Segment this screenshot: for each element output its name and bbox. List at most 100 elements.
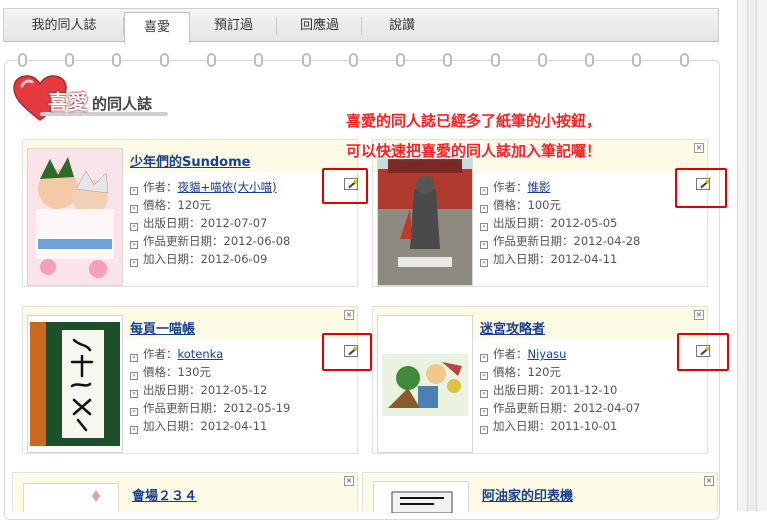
added-value: 2012-06-09 <box>200 252 268 266</box>
book-cover[interactable] <box>377 148 473 286</box>
author-link[interactable]: kotenka <box>178 347 224 361</box>
highlight-box <box>322 333 372 371</box>
book-title-link[interactable]: 每頁一喵帳 <box>130 318 195 337</box>
list-bullet-icon: » <box>480 426 488 434</box>
binder-ring <box>18 53 27 67</box>
updated-value: 2012-04-28 <box>573 234 641 248</box>
annotation-line-1: 喜愛的同人誌已經多了紙筆的小按鈕， <box>346 112 602 130</box>
list-bullet-icon: » <box>480 372 488 380</box>
binder-ring <box>302 53 311 67</box>
added-row: » 加入日期：2012-04-11 <box>480 250 640 268</box>
panel-title-sub: 的同人誌 <box>92 95 153 113</box>
updated-label: 作品更新日期： <box>493 401 574 415</box>
tab-preordered[interactable]: 預訂過 <box>190 9 277 42</box>
added-value: 2012-04-11 <box>200 419 268 433</box>
cover-illustration <box>378 316 472 452</box>
author-link[interactable]: Niyasu <box>528 347 567 361</box>
added-label: 加入日期： <box>493 419 551 433</box>
binder-ring <box>65 53 74 67</box>
tab-liked[interactable]: 說讚 <box>362 9 442 42</box>
book-cover[interactable] <box>373 481 469 514</box>
binder-ring <box>207 53 216 67</box>
book-card: × » 作者：惟影 » 價格：100元 » 出版日期：2012-05-05 » 作品更新… <box>372 139 710 287</box>
author-link[interactable]: 夜貓+喵依(大小喵) <box>178 180 277 194</box>
updated-value: 2012-05-19 <box>223 401 291 415</box>
updated-value: 2012-06-08 <box>223 234 291 248</box>
price-value: 120元 <box>177 198 211 212</box>
book-cover[interactable] <box>377 315 473 453</box>
book-title-link[interactable]: 少年們的Sundome <box>130 151 250 170</box>
cover-illustration <box>24 484 118 513</box>
price-value: 100元 <box>527 198 561 212</box>
added-row: » 加入日期：2011-10-01 <box>480 417 640 435</box>
list-bullet-icon: » <box>480 408 488 416</box>
book-info: » 作者：Niyasu » 價格：120元 » 出版日期：2011-12-10 » 作品… <box>480 345 640 435</box>
book-cover[interactable] <box>27 148 123 286</box>
list-bullet-icon: » <box>130 241 138 249</box>
list-bullet-icon: » <box>130 205 138 213</box>
cover-illustration <box>28 316 122 452</box>
added-value: 2011-10-01 <box>550 419 618 433</box>
annotation-line-2: 可以快速把喜愛的同人誌加入筆記囉！ <box>346 142 602 160</box>
binder-ring <box>680 53 689 67</box>
binder-ring <box>396 53 405 67</box>
book-card: × 阿油家的印表機 <box>362 472 718 514</box>
binder-ring <box>254 53 263 67</box>
book-card: × 會場２３４ <box>12 472 358 513</box>
release-value: 2012-07-07 <box>200 216 268 230</box>
price-label: 價格： <box>493 365 528 379</box>
close-icon[interactable]: × <box>694 310 704 320</box>
binder-ring <box>160 53 169 67</box>
release-label: 出版日期： <box>493 383 551 397</box>
updated-row: » 作品更新日期：2012-06-08 <box>130 232 290 250</box>
author-link[interactable]: 惟影 <box>528 180 551 194</box>
author-label: 作者： <box>493 180 528 194</box>
release-label: 出版日期： <box>493 216 551 230</box>
author-row: » 作者：Niyasu <box>480 345 640 363</box>
tab-my-doujinshi[interactable]: 我的同人誌 <box>4 9 124 42</box>
book-cover[interactable] <box>23 483 119 513</box>
book-info: » 作者：惟影 » 價格：100元 » 出版日期：2012-05-05 » 作品更新日期… <box>480 178 640 268</box>
cover-illustration <box>374 482 468 514</box>
tab-favorites[interactable]: 喜愛 <box>124 12 190 44</box>
close-icon[interactable]: × <box>344 310 354 320</box>
added-label: 加入日期： <box>143 419 201 433</box>
author-row: » 作者：kotenka <box>130 345 290 363</box>
cover-illustration <box>28 149 122 285</box>
book-card: × 迷宮攻略者 » 作者：Niyasu » 價格：120元 » 出版日期：2011-1… <box>372 306 710 454</box>
list-bullet-icon: » <box>480 187 488 195</box>
book-cover[interactable] <box>27 315 123 453</box>
list-bullet-icon: » <box>130 187 138 195</box>
close-icon[interactable]: × <box>344 476 354 486</box>
scrollbar-track[interactable] <box>747 0 757 511</box>
tab-bar: 我的同人誌 喜愛 預訂過 回應過 說讚 <box>3 8 719 44</box>
list-bullet-icon: » <box>130 408 138 416</box>
release-row: » 出版日期：2012-05-05 <box>480 214 640 232</box>
list-bullet-icon: » <box>130 390 138 398</box>
price-row: » 價格：120元 <box>130 196 290 214</box>
author-label: 作者： <box>493 347 528 361</box>
close-icon[interactable]: × <box>704 476 714 486</box>
price-label: 價格： <box>493 198 528 212</box>
binder-ring <box>349 53 358 67</box>
list-bullet-icon: » <box>130 259 138 267</box>
release-row: » 出版日期：2012-05-12 <box>130 381 290 399</box>
updated-value: 2012-04-07 <box>573 401 641 415</box>
book-title-link[interactable]: 會場２３４ <box>132 485 197 504</box>
tab-replied[interactable]: 回應過 <box>277 9 362 42</box>
favorites-page: 我的同人誌 喜愛 預訂過 回應過 說讚 喜愛 的同人誌 少年們的Sundome … <box>0 0 767 520</box>
list-bullet-icon: » <box>480 390 488 398</box>
release-row: » 出版日期：2011-12-10 <box>480 381 640 399</box>
updated-row: » 作品更新日期：2012-05-19 <box>130 399 290 417</box>
list-bullet-icon: » <box>480 223 488 231</box>
close-icon[interactable]: × <box>694 143 704 153</box>
panel-title: 喜愛 的同人誌 <box>48 86 152 115</box>
book-title-link[interactable]: 阿油家的印表機 <box>482 485 573 504</box>
release-label: 出版日期： <box>143 216 201 230</box>
page-scrollbar[interactable] <box>737 0 767 511</box>
updated-label: 作品更新日期： <box>143 234 224 248</box>
author-row: » 作者：惟影 <box>480 178 640 196</box>
book-title-link[interactable]: 迷宮攻略者 <box>480 318 545 337</box>
price-row: » 價格：130元 <box>130 363 290 381</box>
author-label: 作者： <box>143 347 178 361</box>
